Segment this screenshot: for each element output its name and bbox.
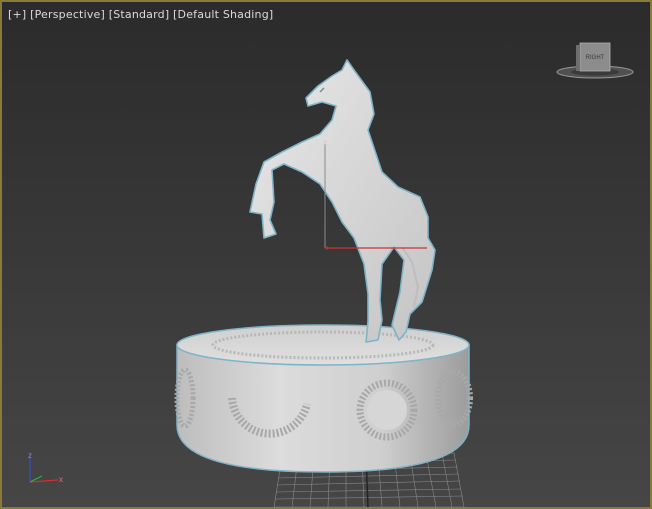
pedestal-base[interactable]: [174, 324, 473, 473]
gizmo-x-label: x: [325, 245, 329, 252]
triad-x-label: x: [59, 475, 63, 484]
triad-z-label: z: [28, 451, 32, 460]
scene-canvas[interactable]: z x: [2, 2, 650, 507]
gizmo-z-label: z: [323, 138, 327, 147]
world-axis-triad: z x: [28, 451, 63, 484]
perspective-viewport[interactable]: [+] [Perspective] [Standard] [Default Sh…: [0, 0, 652, 509]
rearing-horse-model[interactable]: [249, 59, 436, 343]
